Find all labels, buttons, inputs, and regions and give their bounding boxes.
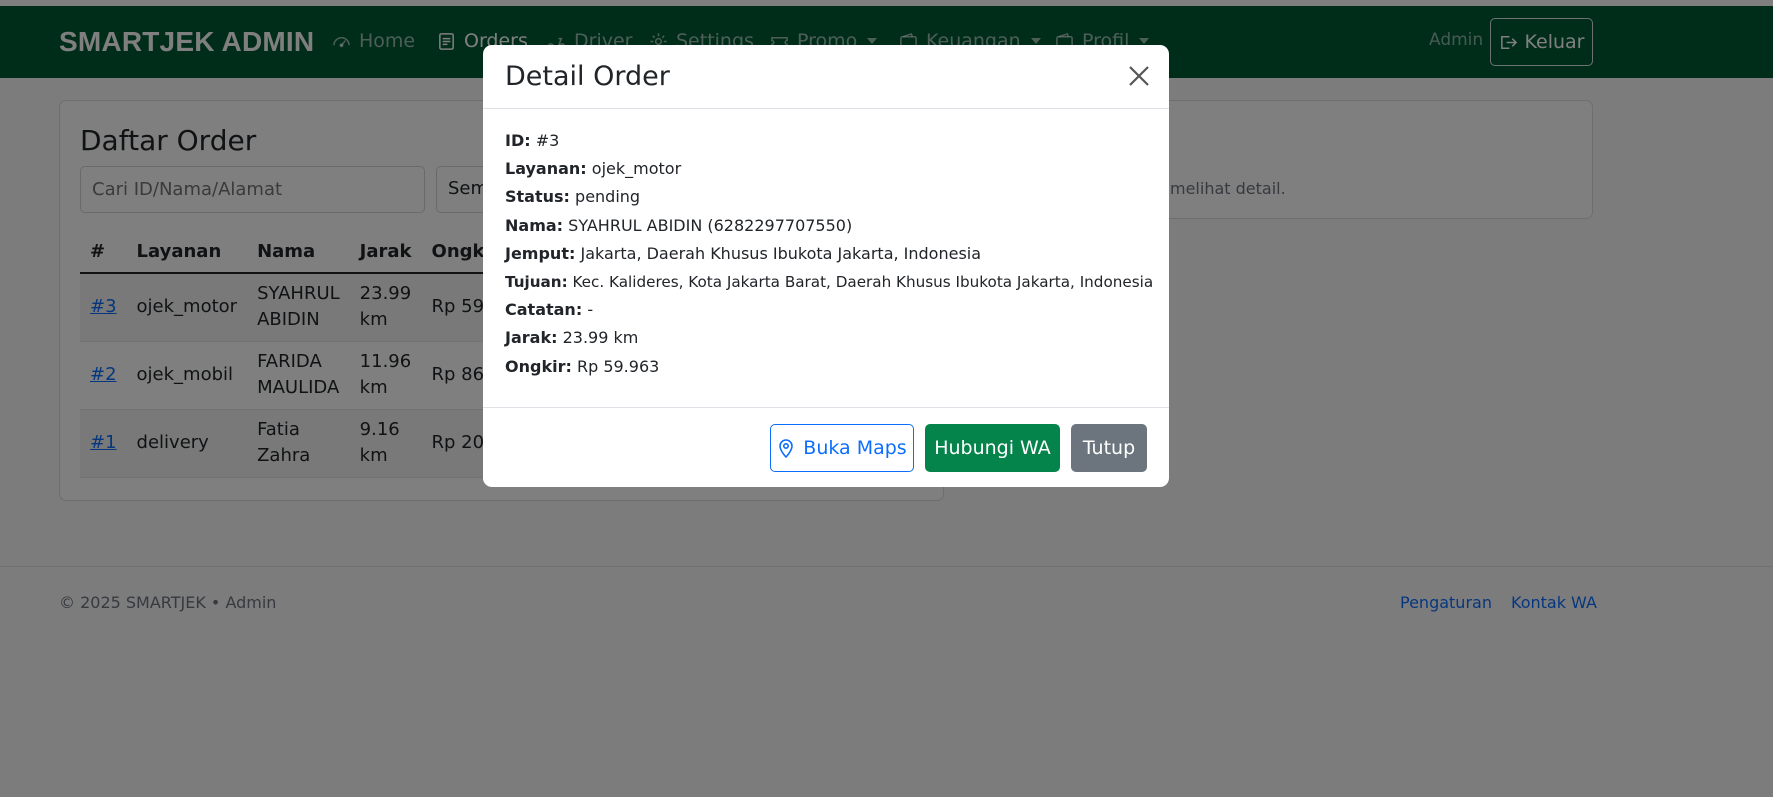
detail-value: 23.99 km [562, 328, 639, 348]
open-maps-label: Buka Maps [803, 437, 907, 459]
close-modal-button[interactable]: Tutup [1071, 424, 1147, 472]
detail-row-jarak: Jarak: 23.99 km [505, 328, 1155, 356]
detail-row-id: ID: #3 [505, 131, 1155, 159]
order-detail-modal: Detail Order ID: #3 Layanan: ojek_motor … [483, 45, 1169, 487]
detail-value: Kec. Kalideres, Kota Jakarta Barat, Daer… [572, 272, 1154, 291]
detail-label: Jarak: [505, 328, 558, 348]
open-maps-button[interactable]: Buka Maps [770, 424, 914, 472]
contact-wa-button[interactable]: Hubungi WA [925, 424, 1060, 472]
detail-row-layanan: Layanan: ojek_motor [505, 159, 1155, 187]
close-modal-label: Tutup [1082, 437, 1136, 459]
detail-label: ID: [505, 131, 531, 150]
detail-row-tujuan: Tujuan: Kec. Kalideres, Kota Jakarta Bar… [505, 272, 1155, 300]
contact-wa-label: Hubungi WA [934, 437, 1051, 459]
close-icon [1129, 66, 1149, 86]
close-button[interactable] [1125, 62, 1153, 90]
detail-row-catatan: Catatan: - [505, 300, 1155, 328]
detail-row-jemput: Jemput: Jakarta, Daerah Khusus Ibukota J… [505, 244, 1155, 272]
detail-label: Status: [505, 187, 570, 207]
detail-value: Rp 59.963 [576, 356, 660, 376]
modal-title: Detail Order [505, 61, 670, 92]
detail-label: Ongkir: [505, 356, 572, 376]
detail-value: Jakarta, Daerah Khusus Ibukota Jakarta, … [580, 243, 982, 263]
detail-label: Catatan: [505, 300, 583, 320]
detail-label: Layanan: [505, 159, 587, 179]
detail-row-ongkir: Ongkir: Rp 59.963 [505, 357, 1155, 385]
detail-value: ojek_motor [591, 159, 682, 179]
modal-header: Detail Order [483, 45, 1169, 109]
detail-value: pending [575, 187, 641, 207]
modal-footer: Buka Maps Hubungi WA Tutup [483, 407, 1169, 487]
detail-value: SYAHRUL ABIDIN (6282297707550) [568, 215, 853, 235]
detail-row-nama: Nama: SYAHRUL ABIDIN (6282297707550) [505, 216, 1155, 244]
detail-value: #3 [535, 131, 560, 150]
detail-label: Tujuan: [505, 272, 568, 291]
detail-label: Jemput: [505, 243, 576, 263]
detail-value: - [587, 300, 594, 320]
map-pin-icon [779, 439, 794, 458]
detail-row-status: Status: pending [505, 187, 1155, 215]
detail-label: Nama: [505, 215, 564, 235]
modal-body: ID: #3 Layanan: ojek_motor Status: pendi… [505, 131, 1155, 385]
